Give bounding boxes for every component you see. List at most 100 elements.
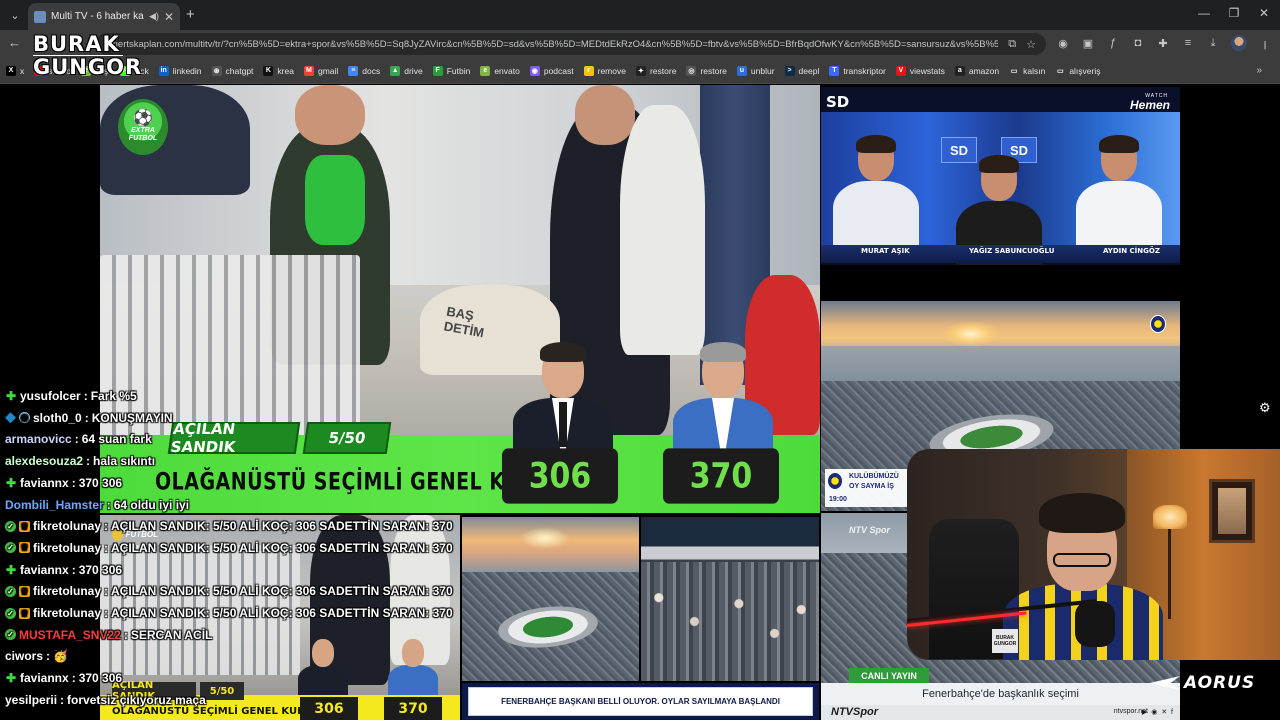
bookmark-restore[interactable]: ✦ restore xyxy=(635,65,677,76)
football-icon: ⚽ xyxy=(133,110,153,127)
sea xyxy=(821,346,1180,386)
score-right: 370 xyxy=(384,697,442,720)
host-name-1: MURAT AŞIK xyxy=(861,247,910,255)
bookmark-envato[interactable]: e envato xyxy=(480,65,520,76)
restore-button[interactable]: ❐ xyxy=(1224,6,1244,20)
minimize-button[interactable]: — xyxy=(1194,6,1214,20)
tv-favicon-icon xyxy=(34,10,46,23)
tab-multitv[interactable]: Multi TV - 6 haber kanalını ◀) ✕ xyxy=(28,3,180,30)
bookmark-label: gmail xyxy=(317,65,339,76)
more-bookmarks-icon[interactable]: » xyxy=(1256,65,1262,76)
speaker-icon[interactable]: ◀) xyxy=(149,11,159,22)
bookmark-gmail[interactable]: Mgmail xyxy=(303,65,339,76)
bookmark-star-icon[interactable]: ☆ xyxy=(1026,38,1036,51)
bookmark-label: viewstats xyxy=(909,65,945,76)
bookmark-viewstats[interactable]: Vviewstats xyxy=(895,65,945,76)
bookmark-label: restore xyxy=(649,65,677,76)
bookmark-label: unblur xyxy=(750,65,775,76)
person-head-2 xyxy=(575,85,635,145)
ballot-fence xyxy=(100,545,300,675)
reading-list-icon[interactable]: ≡ xyxy=(1181,37,1195,49)
crowd-video[interactable] xyxy=(641,517,819,681)
host-left xyxy=(833,135,919,249)
profile-avatar[interactable] xyxy=(1231,35,1247,51)
studio-video-player[interactable]: SD SD SD WATCH Hemen MURAT AŞIK YAĞIZ SA… xyxy=(821,87,1180,299)
bookmark-favicon-icon: u xyxy=(736,65,747,76)
bookmark-futbin[interactable]: F Futbin xyxy=(432,65,471,76)
tab-bar: ⌄ Multi TV - 6 haber kanalını ◀) ✕ + — ❐… xyxy=(0,0,1280,30)
small-video-player[interactable]: FUTBOL AÇILAN SANDIK 5/50 OLAĞANÜSTÜ SEÇ… xyxy=(100,515,460,720)
bookmark-label: Futbin xyxy=(446,65,471,76)
bookmark-remove[interactable]: r remove xyxy=(583,65,626,76)
person-green-shirt xyxy=(305,155,365,245)
translate-icon[interactable]: ꞁ xyxy=(1258,37,1272,50)
logo-line-2: GUNGOR xyxy=(33,55,143,79)
puzzle-icon[interactable]: ✚ xyxy=(1156,37,1170,50)
bookmark-favicon-icon: K xyxy=(263,65,274,76)
image-icon[interactable]: ▣ xyxy=(1081,37,1095,50)
incognito-icon[interactable]: ◉ xyxy=(1056,37,1070,50)
bookmark-amazon[interactable]: a amazon xyxy=(954,65,1000,76)
new-tab-button[interactable]: + xyxy=(186,6,195,23)
bookmark-label: amazon xyxy=(968,65,1000,76)
bookmark-alışveriş[interactable]: ▭ alışveriş xyxy=(1055,65,1101,76)
bookmark-unblur[interactable]: u unblur xyxy=(736,65,775,76)
bookmark-kalsın[interactable]: ▭ kalsın xyxy=(1009,65,1045,76)
news-bar: FENERBAHÇE BAŞKANI BELLİ OLUYOR. OYLAR S… xyxy=(462,683,819,720)
bookmark-deepl[interactable]: > deepl xyxy=(784,65,819,76)
candidate-right xyxy=(386,635,440,697)
gear-icon[interactable]: ⚙ xyxy=(1259,400,1271,416)
candidate-head xyxy=(312,639,334,667)
bookmark-label: transkriptor xyxy=(843,65,886,76)
main-video-player[interactable]: BAŞ DETİM ⚽ EXTRA FUTBOL AÇILAN SANDIK 5/… xyxy=(100,85,820,513)
cast-icon[interactable]: ⧉ xyxy=(1008,38,1016,51)
tab-title: Multi TV - 6 haber kanalını xyxy=(51,11,144,22)
bookmark-x[interactable]: Xx xyxy=(6,65,24,76)
url-text[interactable]: mertskaplan.com/multitv/tr/?cn%5B%5D=ekt… xyxy=(110,39,998,50)
mic-sticker: BURAK GUNGOR xyxy=(992,629,1018,653)
bookmark-linkedin[interactable]: in linkedin xyxy=(158,65,202,76)
box-count-label: 5/50 xyxy=(302,422,392,454)
bookmark-drive[interactable]: ▲ drive xyxy=(390,65,423,76)
social-icons: ▶ ◉ ✕ f xyxy=(1141,709,1174,716)
bookmark-label: alışveriş xyxy=(1069,65,1101,76)
bookmark-favicon-icon: a xyxy=(954,65,965,76)
webcam-overlay: BURAK GUNGOR xyxy=(907,449,1280,660)
bookmark-favicon-icon: ▭ xyxy=(1055,65,1066,76)
assembly-title: OLAĞANÜSTÜ SEÇİMLİ GENEL KURUL xyxy=(112,706,320,717)
bookmark-chatgpt[interactable]: ⊛ chatgpt xyxy=(211,65,253,76)
opened-box-label: AÇILAN SANDIK xyxy=(167,420,301,456)
host-body xyxy=(1076,181,1162,249)
live-badge: CANLI YAYIN xyxy=(849,668,929,683)
host-hair xyxy=(979,155,1019,173)
hemen-logo: Hemen xyxy=(1129,98,1170,112)
bookmark-favicon-icon: > xyxy=(784,65,795,76)
frame-picture xyxy=(1218,488,1246,534)
address-bar[interactable]: mertskaplan.com/multitv/tr/?cn%5B%5D=ekt… xyxy=(96,33,1046,55)
font-icon[interactable]: ƒ xyxy=(1106,37,1120,49)
bookmark-label: linkedin xyxy=(172,65,202,76)
close-window-button[interactable]: ✕ xyxy=(1254,6,1274,20)
channel-name: FUTBOL xyxy=(125,529,158,539)
bookmark-krea[interactable]: Kkrea xyxy=(263,65,294,76)
back-arrow-icon[interactable]: ← xyxy=(8,35,21,50)
candidate-suit xyxy=(388,665,438,697)
lamp-icon xyxy=(1153,505,1187,529)
stadium-aerial-video[interactable] xyxy=(462,517,639,681)
bookmark-favicon-icon: ◎ xyxy=(686,65,697,76)
bookmark-transkriptor[interactable]: Ttranskriptor xyxy=(829,65,886,76)
close-icon[interactable]: ✕ xyxy=(164,10,174,24)
tab-search-icon[interactable]: ⌄ xyxy=(6,6,24,24)
box-count-label: 5/50 xyxy=(200,682,244,700)
bookmark-favicon-icon: ◉ xyxy=(529,65,540,76)
download-icon[interactable]: ⤓ xyxy=(1206,37,1220,50)
bookmark-restore[interactable]: ◎ restore xyxy=(686,65,727,76)
extension-icons: ◉ ▣ ƒ ◘ ✚ ≡ ⤓ ꞁ ⋮ xyxy=(1056,35,1280,51)
bookmark-favicon-icon: ▲ xyxy=(390,65,401,76)
bookmark-favicon-icon: X xyxy=(6,65,16,76)
tag-line-1: KULÜBÜMÜZÜ xyxy=(849,473,899,480)
bookmark-podcast[interactable]: ◉ podcast xyxy=(529,65,574,76)
candidate-hair xyxy=(540,342,586,362)
camera-icon[interactable]: ◘ xyxy=(1131,37,1145,49)
bookmark-docs[interactable]: ≡ docs xyxy=(348,65,380,76)
